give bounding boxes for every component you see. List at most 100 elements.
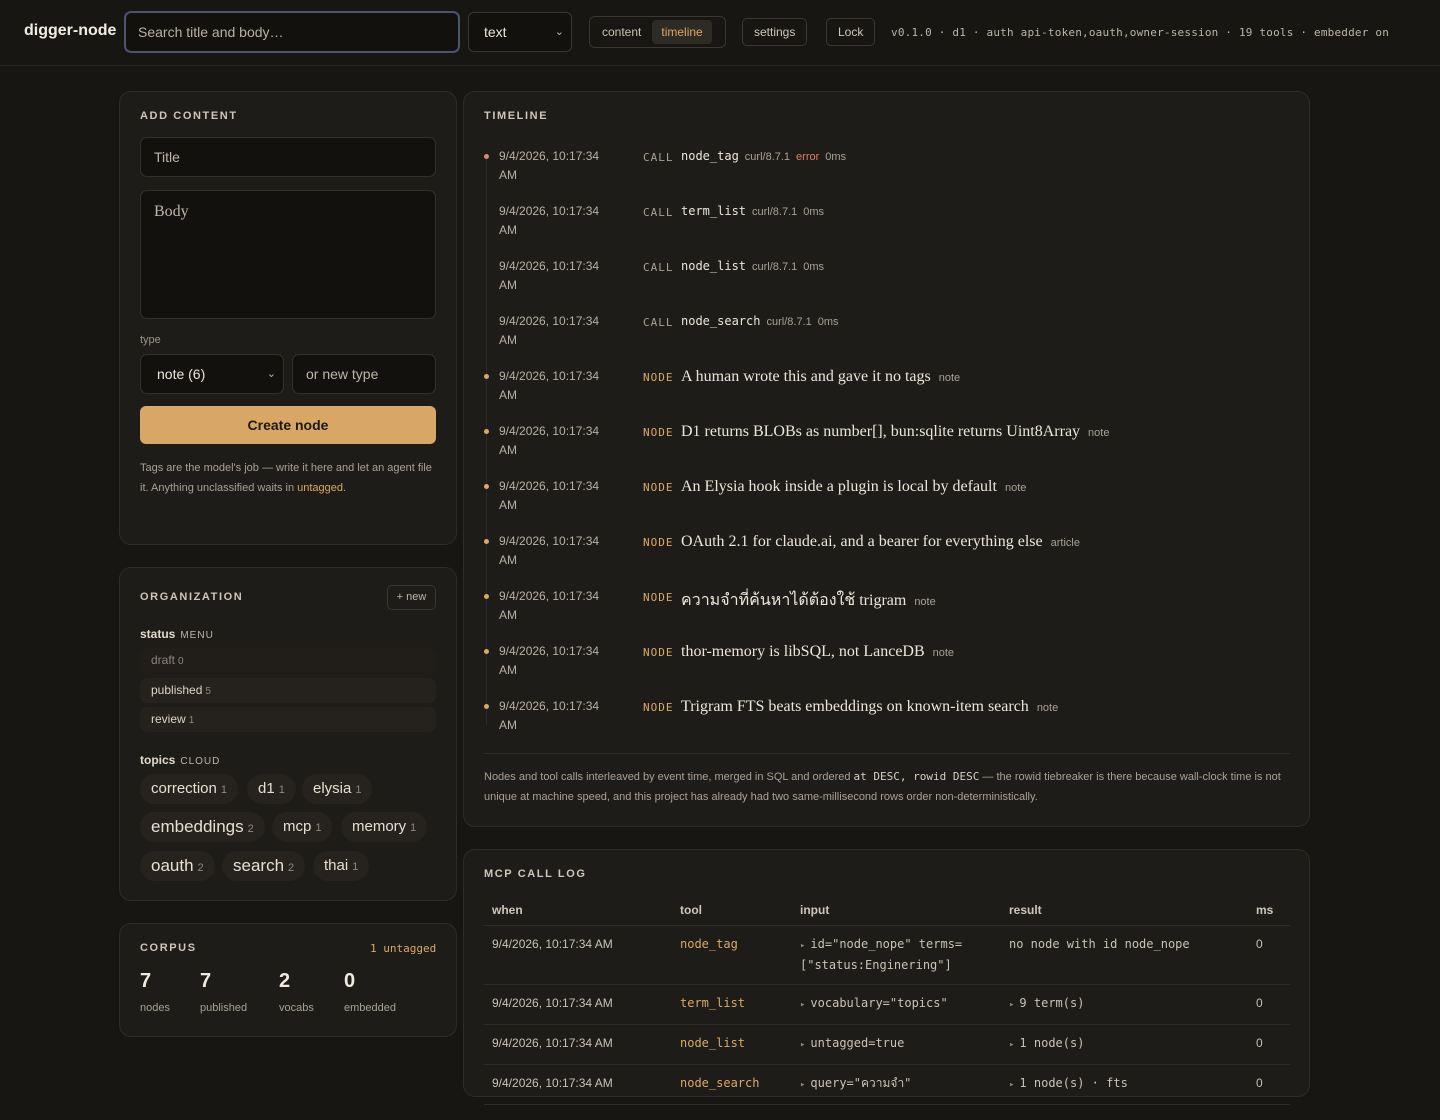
- lock-button[interactable]: Lock: [826, 18, 876, 46]
- topic-count: 1: [355, 784, 362, 796]
- search-mode-select[interactable]: text ⌄: [468, 12, 572, 52]
- timeline-entry[interactable]: 9/4/2026, 10:17:34 AM NODE Trigram FTS be…: [484, 697, 1284, 752]
- chevron-down-icon: ⌄: [266, 368, 276, 380]
- cell-input[interactable]: ▸ vocabulary="topics": [792, 984, 1001, 1025]
- timeline-entry[interactable]: 9/4/2026, 10:17:34 AM NODE OAuth 2.1 for …: [484, 532, 1284, 587]
- cell-input[interactable]: ▸ untagged=true: [792, 1024, 1001, 1065]
- cell-ms: 0: [1248, 925, 1290, 985]
- stat-embedded: 0 embedded: [344, 970, 396, 1014]
- app-name[interactable]: digger-node: [24, 22, 116, 40]
- entry-body: Trigram FTS beats embeddings on known-it…: [681, 698, 1058, 716]
- node-title[interactable]: Trigram FTS beats embeddings on known-it…: [681, 698, 1029, 715]
- cell-when: 9/4/2026, 10:17:34 AM: [484, 1024, 672, 1065]
- type-label: type: [140, 334, 161, 346]
- topic-label: correction: [151, 780, 217, 797]
- timeline-entry[interactable]: 9/4/2026, 10:17:34 AM NODE An Elysia hook…: [484, 477, 1284, 532]
- entry-time: 9/4/2026, 10:17:34 AM: [499, 204, 600, 237]
- status-item-published[interactable]: published 5: [140, 678, 436, 703]
- column-header: ms: [1248, 895, 1290, 926]
- stat-label: published: [200, 1002, 248, 1014]
- node-title[interactable]: An Elysia hook inside a plugin is local …: [681, 478, 997, 495]
- topic-label: thai: [324, 857, 349, 874]
- entry-time: 9/4/2026, 10:17:34 AM: [499, 644, 600, 677]
- status-item-count: 5: [205, 686, 211, 697]
- tab-timeline[interactable]: timeline: [652, 20, 712, 44]
- tab-content[interactable]: content: [593, 20, 650, 44]
- node-title[interactable]: ความจำที่ค้นหาได้ต้องใช้ trigram: [681, 592, 906, 609]
- timeline-entry[interactable]: 9/4/2026, 10:17:34 AM NODE A human wrote …: [484, 367, 1284, 422]
- timeline-entry[interactable]: 9/4/2026, 10:17:34 AM NODE D1 returns BLO…: [484, 422, 1284, 477]
- table-row: 9/4/2026, 10:17:34 AM node_search ▸ query…: [484, 1064, 1290, 1105]
- timeline-entry[interactable]: 9/4/2026, 10:17:34 AM CALL node_list curl/…: [484, 257, 1284, 312]
- topic-pill-search[interactable]: search 2: [222, 851, 306, 881]
- entry-tool: node_search: [681, 314, 761, 328]
- topic-pill-memory[interactable]: memory 1: [341, 812, 428, 842]
- node-title[interactable]: thor-memory is libSQL, not LanceDB: [681, 643, 925, 660]
- table-row: 9/4/2026, 10:17:34 AM node_list ▸ untagge…: [484, 1024, 1290, 1065]
- entry-kind: CALL: [643, 261, 674, 274]
- entry-body: thor-memory is libSQL, not LanceDB note: [681, 643, 954, 661]
- new-type-input[interactable]: or new type: [292, 354, 436, 394]
- topic-pill-mcp[interactable]: mcp 1: [272, 812, 333, 842]
- node-title[interactable]: OAuth 2.1 for claude.ai, and a bearer fo…: [681, 533, 1043, 550]
- node-type: note: [1088, 427, 1110, 439]
- untagged-count-link[interactable]: 1 untagged: [370, 942, 436, 955]
- entry-body: D1 returns BLOBs as number[], bun:sqlite…: [681, 423, 1109, 441]
- topics-name: topics: [140, 753, 176, 767]
- cell-input[interactable]: ▸ id="node_nope" terms=["status:Enginerin…: [792, 925, 1001, 985]
- cell-result[interactable]: ▸ 9 term(s): [1001, 984, 1248, 1025]
- topic-pill-correction[interactable]: correction 1: [140, 774, 238, 804]
- cell-tool: node_search: [672, 1064, 792, 1105]
- topic-count: 1: [315, 822, 322, 834]
- entry-agent: curl/8.7.1: [766, 316, 812, 328]
- node-type: note: [938, 372, 961, 384]
- node-type: note: [1004, 482, 1027, 494]
- topic-pill-embeddings[interactable]: embeddings 2: [140, 812, 265, 842]
- timeline-entry[interactable]: 9/4/2026, 10:17:34 AM NODE ความจำที่ค้นหา…: [484, 587, 1284, 642]
- column-header: when: [484, 895, 672, 926]
- entry-body: node_search curl/8.7.1 0ms: [681, 313, 839, 328]
- node-title[interactable]: D1 returns BLOBs as number[], bun:sqlite…: [681, 423, 1080, 440]
- entry-ms: 0ms: [803, 206, 825, 218]
- node-title[interactable]: A human wrote this and gave it no tags: [681, 368, 931, 385]
- entry-ms: 0ms: [817, 316, 839, 328]
- entry-time: 9/4/2026, 10:17:34 AM: [499, 314, 600, 347]
- dot-icon: [484, 154, 489, 159]
- title-field[interactable]: Title: [140, 137, 436, 177]
- stat-nodes: 7 nodes: [140, 970, 170, 1014]
- cell-result[interactable]: ▸ 1 node(s) · fts: [1001, 1064, 1248, 1105]
- topic-count: 1: [352, 861, 359, 873]
- type-select[interactable]: note (6) ⌄: [140, 354, 284, 394]
- cell-result[interactable]: ▸ 1 node(s): [1001, 1024, 1248, 1065]
- timeline-entry[interactable]: 9/4/2026, 10:17:34 AM CALL node_tag curl/8…: [484, 147, 1284, 202]
- entry-kind: NODE: [643, 371, 674, 384]
- timeline-entry[interactable]: 9/4/2026, 10:17:34 AM NODE thor-memory is…: [484, 642, 1284, 697]
- topic-pill-d1[interactable]: d1 1: [247, 774, 296, 804]
- body-field[interactable]: Body: [140, 190, 436, 319]
- entry-body: OAuth 2.1 for claude.ai, and a bearer fo…: [681, 533, 1080, 551]
- status-item-label: review: [151, 712, 186, 726]
- cell-input[interactable]: ▸ query="ความจำ": [792, 1064, 1001, 1105]
- dot-icon: [484, 704, 489, 709]
- settings-button[interactable]: settings: [742, 18, 808, 46]
- new-vocabulary-button[interactable]: + new: [387, 585, 436, 610]
- type-select-value: note (6): [157, 366, 206, 382]
- entry-tool: node_tag: [681, 149, 739, 163]
- status-group-label: status MENU: [140, 627, 214, 641]
- timeline-entry[interactable]: 9/4/2026, 10:17:34 AM CALL node_search cur…: [484, 312, 1284, 367]
- topic-pill-thai[interactable]: thai 1: [313, 851, 370, 881]
- status-item-draft[interactable]: draft 0: [140, 648, 436, 673]
- entry-agent: curl/8.7.1: [752, 206, 798, 218]
- server-meta: v0.1.0 · d1 · auth api-token,oauth,owner…: [891, 26, 1390, 39]
- dot-icon: [484, 429, 489, 434]
- topic-label: mcp: [283, 818, 312, 835]
- topic-pill-elysia[interactable]: elysia 1: [302, 774, 373, 804]
- topic-pill-oauth[interactable]: oauth 2: [140, 851, 215, 881]
- timeline-entry[interactable]: 9/4/2026, 10:17:34 AM CALL term_list curl/…: [484, 202, 1284, 257]
- create-node-button[interactable]: Create node: [140, 406, 436, 444]
- status-item-label: draft: [151, 653, 176, 667]
- search-input[interactable]: [124, 11, 460, 53]
- call-log-heading: MCP CALL LOG: [484, 868, 587, 880]
- status-item-review[interactable]: review 1: [140, 707, 436, 732]
- untagged-link[interactable]: untagged: [297, 482, 343, 494]
